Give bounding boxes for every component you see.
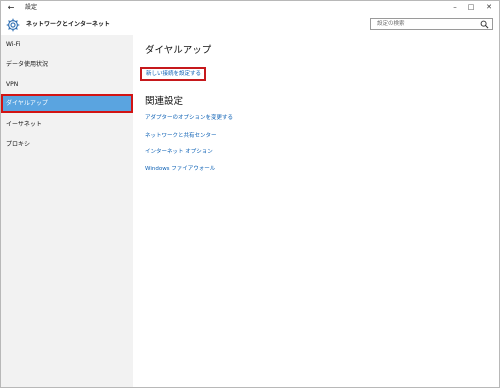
- window-title: 設定: [25, 4, 38, 11]
- new-connection-link[interactable]: 新しい接続を設定する: [140, 67, 206, 81]
- link-internet-options[interactable]: インターネット オプション: [145, 148, 213, 156]
- close-icon[interactable]: ✕: [482, 1, 496, 14]
- search-icon[interactable]: [480, 20, 489, 29]
- page-title: ダイヤルアップ: [145, 45, 212, 56]
- sidebar-item-dialup[interactable]: ダイヤルアップ: [1, 94, 133, 113]
- main-content: ダイヤルアップ 新しい接続を設定する 関連設定 アダプターのオプションを変更する…: [133, 35, 499, 387]
- sidebar-item-wifi[interactable]: Wi-Fi: [1, 35, 133, 54]
- search-input[interactable]: 設定の検索: [370, 18, 493, 30]
- page-header: ネットワークとインターネット 設定の検索: [1, 14, 499, 35]
- sidebar-item-vpn[interactable]: VPN: [1, 75, 133, 94]
- new-connection-link-label: 新しい接続を設定する: [146, 71, 202, 77]
- sidebar-item-proxy[interactable]: プロキシ: [1, 135, 133, 154]
- related-settings-heading: 関連設定: [145, 96, 184, 107]
- sidebar-item-ethernet[interactable]: イーサネット: [1, 115, 133, 134]
- gear-icon: [6, 18, 20, 32]
- minimize-icon[interactable]: –: [448, 1, 462, 14]
- back-arrow-icon[interactable]: ←: [5, 1, 17, 14]
- settings-window: ← 設定 – □ ✕ ネットワークとインターネット 設定の検索 Wi-Fi デー…: [0, 0, 500, 388]
- maximize-icon[interactable]: □: [464, 1, 478, 14]
- sidebar-item-data-usage[interactable]: データ使用状況: [1, 55, 133, 74]
- link-windows-firewall[interactable]: Windows ファイアウォール: [145, 165, 215, 173]
- section-title: ネットワークとインターネット: [26, 21, 111, 28]
- title-bar: ← 設定 – □ ✕: [1, 1, 499, 14]
- link-network-sharing-center[interactable]: ネットワークと共有センター: [145, 132, 217, 140]
- link-adapter-options[interactable]: アダプターのオプションを変更する: [145, 114, 233, 122]
- sidebar: Wi-Fi データ使用状況 VPN ダイヤルアップ イーサネット プロキシ: [1, 35, 133, 387]
- search-placeholder: 設定の検索: [377, 21, 405, 27]
